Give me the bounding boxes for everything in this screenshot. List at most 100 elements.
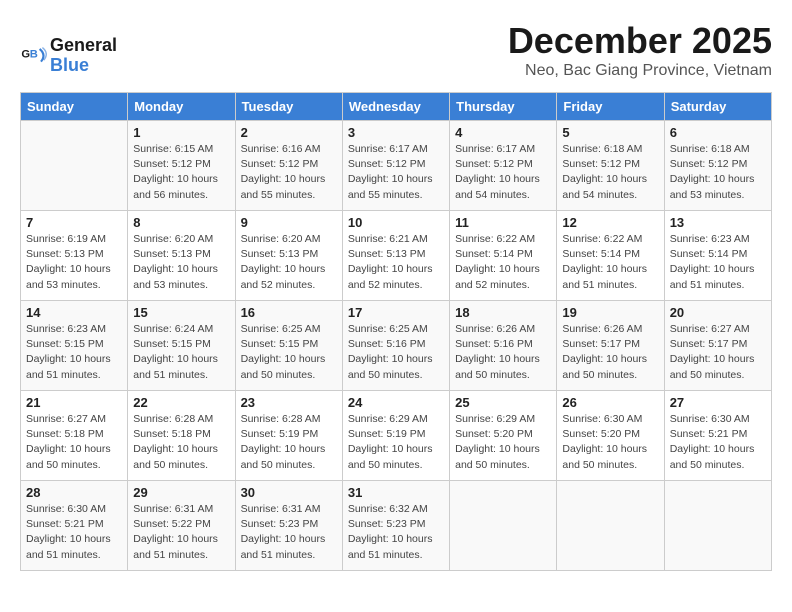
day-info: Sunrise: 6:28 AM Sunset: 5:18 PM Dayligh… <box>133 412 229 473</box>
day-info: Sunrise: 6:23 AM Sunset: 5:15 PM Dayligh… <box>26 322 122 383</box>
day-number: 7 <box>26 215 122 230</box>
day-info: Sunrise: 6:26 AM Sunset: 5:17 PM Dayligh… <box>562 322 658 383</box>
day-number: 9 <box>241 215 337 230</box>
day-number: 25 <box>455 395 551 410</box>
calendar-cell: 24 Sunrise: 6:29 AM Sunset: 5:19 PM Dayli… <box>342 391 449 481</box>
calendar-cell: 2Sunrise: 6:16 AM Sunset: 5:12 PM Daylig… <box>235 121 342 211</box>
week-row-5: 28 Sunrise: 6:30 AM Sunset: 5:21 PM Dayli… <box>21 481 772 571</box>
calendar-cell <box>21 121 128 211</box>
logo-line1: General <box>50 36 117 56</box>
column-header-sunday: Sunday <box>21 93 128 121</box>
day-info: Sunrise: 6:32 AM Sunset: 5:23 PM Dayligh… <box>348 502 444 563</box>
calendar-cell: 3Sunrise: 6:17 AM Sunset: 5:12 PM Daylig… <box>342 121 449 211</box>
day-info: Sunrise: 6:29 AM Sunset: 5:19 PM Dayligh… <box>348 412 444 473</box>
week-row-3: 14 Sunrise: 6:23 AM Sunset: 5:15 PM Dayli… <box>21 301 772 391</box>
day-number: 12 <box>562 215 658 230</box>
day-number: 19 <box>562 305 658 320</box>
day-number: 26 <box>562 395 658 410</box>
day-number: 21 <box>26 395 122 410</box>
day-number: 6 <box>670 125 766 140</box>
day-info: Sunrise: 6:25 AM Sunset: 5:15 PM Dayligh… <box>241 322 337 383</box>
logo-line2: Blue <box>50 56 117 76</box>
day-number: 14 <box>26 305 122 320</box>
week-row-2: 7 Sunrise: 6:19 AM Sunset: 5:13 PM Daylig… <box>21 211 772 301</box>
calendar-cell: 17 Sunrise: 6:25 AM Sunset: 5:16 PM Dayli… <box>342 301 449 391</box>
day-info: Sunrise: 6:22 AM Sunset: 5:14 PM Dayligh… <box>455 232 551 293</box>
calendar-cell: 5Sunrise: 6:18 AM Sunset: 5:12 PM Daylig… <box>557 121 664 211</box>
svg-text:G: G <box>21 49 30 61</box>
day-info: Sunrise: 6:30 AM Sunset: 5:21 PM Dayligh… <box>26 502 122 563</box>
calendar-cell: 23 Sunrise: 6:28 AM Sunset: 5:19 PM Dayli… <box>235 391 342 481</box>
calendar-cell: 22 Sunrise: 6:28 AM Sunset: 5:18 PM Dayli… <box>128 391 235 481</box>
day-number: 10 <box>348 215 444 230</box>
calendar-title: December 2025 Neo, Bac Giang Province, V… <box>508 20 772 80</box>
day-info: Sunrise: 6:20 AM Sunset: 5:13 PM Dayligh… <box>241 232 337 293</box>
day-number: 4 <box>455 125 551 140</box>
calendar-cell: 10Sunrise: 6:21 AM Sunset: 5:13 PM Dayli… <box>342 211 449 301</box>
calendar-cell: 11 Sunrise: 6:22 AM Sunset: 5:14 PM Dayli… <box>450 211 557 301</box>
calendar-cell: 31 Sunrise: 6:32 AM Sunset: 5:23 PM Dayli… <box>342 481 449 571</box>
calendar-table: SundayMondayTuesdayWednesdayThursdayFrid… <box>20 92 772 571</box>
column-header-friday: Friday <box>557 93 664 121</box>
day-number: 28 <box>26 485 122 500</box>
day-info: Sunrise: 6:29 AM Sunset: 5:20 PM Dayligh… <box>455 412 551 473</box>
calendar-cell: 21 Sunrise: 6:27 AM Sunset: 5:18 PM Dayli… <box>21 391 128 481</box>
calendar-cell: 4Sunrise: 6:17 AM Sunset: 5:12 PM Daylig… <box>450 121 557 211</box>
calendar-cell: 26 Sunrise: 6:30 AM Sunset: 5:20 PM Dayli… <box>557 391 664 481</box>
calendar-cell: 18 Sunrise: 6:26 AM Sunset: 5:16 PM Dayli… <box>450 301 557 391</box>
day-number: 17 <box>348 305 444 320</box>
calendar-cell: 9 Sunrise: 6:20 AM Sunset: 5:13 PM Daylig… <box>235 211 342 301</box>
day-info: Sunrise: 6:22 AM Sunset: 5:14 PM Dayligh… <box>562 232 658 293</box>
day-info: Sunrise: 6:20 AM Sunset: 5:13 PM Dayligh… <box>133 232 229 293</box>
calendar-cell: 1 Sunrise: 6:15 AM Sunset: 5:12 PM Daylig… <box>128 121 235 211</box>
calendar-cell: 28 Sunrise: 6:30 AM Sunset: 5:21 PM Dayli… <box>21 481 128 571</box>
day-number: 24 <box>348 395 444 410</box>
day-number: 31 <box>348 485 444 500</box>
day-info: Sunrise: 6:30 AM Sunset: 5:20 PM Dayligh… <box>562 412 658 473</box>
column-header-monday: Monday <box>128 93 235 121</box>
logo: G B General Blue <box>20 36 117 76</box>
day-info: Sunrise: 6:26 AM Sunset: 5:16 PM Dayligh… <box>455 322 551 383</box>
calendar-cell: 30Sunrise: 6:31 AM Sunset: 5:23 PM Dayli… <box>235 481 342 571</box>
day-number: 11 <box>455 215 551 230</box>
day-info: Sunrise: 6:19 AM Sunset: 5:13 PM Dayligh… <box>26 232 122 293</box>
day-number: 22 <box>133 395 229 410</box>
calendar-cell: 13 Sunrise: 6:23 AM Sunset: 5:14 PM Dayli… <box>664 211 771 301</box>
calendar-cell: 14 Sunrise: 6:23 AM Sunset: 5:15 PM Dayli… <box>21 301 128 391</box>
calendar-cell: 15 Sunrise: 6:24 AM Sunset: 5:15 PM Dayli… <box>128 301 235 391</box>
day-number: 16 <box>241 305 337 320</box>
week-row-4: 21 Sunrise: 6:27 AM Sunset: 5:18 PM Dayli… <box>21 391 772 481</box>
header-row: SundayMondayTuesdayWednesdayThursdayFrid… <box>21 93 772 121</box>
calendar-cell: 27 Sunrise: 6:30 AM Sunset: 5:21 PM Dayli… <box>664 391 771 481</box>
day-info: Sunrise: 6:25 AM Sunset: 5:16 PM Dayligh… <box>348 322 444 383</box>
day-number: 1 <box>133 125 229 140</box>
calendar-cell: 7 Sunrise: 6:19 AM Sunset: 5:13 PM Daylig… <box>21 211 128 301</box>
column-header-thursday: Thursday <box>450 93 557 121</box>
month-year: December 2025 <box>508 20 772 62</box>
day-number: 15 <box>133 305 229 320</box>
day-info: Sunrise: 6:28 AM Sunset: 5:19 PM Dayligh… <box>241 412 337 473</box>
calendar-cell <box>557 481 664 571</box>
calendar-cell: 25 Sunrise: 6:29 AM Sunset: 5:20 PM Dayli… <box>450 391 557 481</box>
day-info: Sunrise: 6:31 AM Sunset: 5:23 PM Dayligh… <box>241 502 337 563</box>
day-info: Sunrise: 6:18 AM Sunset: 5:12 PM Dayligh… <box>670 142 766 203</box>
day-info: Sunrise: 6:16 AM Sunset: 5:12 PM Dayligh… <box>241 142 337 203</box>
calendar-cell <box>450 481 557 571</box>
day-number: 29 <box>133 485 229 500</box>
day-info: Sunrise: 6:27 AM Sunset: 5:18 PM Dayligh… <box>26 412 122 473</box>
calendar-cell: 19 Sunrise: 6:26 AM Sunset: 5:17 PM Dayli… <box>557 301 664 391</box>
location: Neo, Bac Giang Province, Vietnam <box>508 62 772 80</box>
day-number: 13 <box>670 215 766 230</box>
day-number: 18 <box>455 305 551 320</box>
day-info: Sunrise: 6:30 AM Sunset: 5:21 PM Dayligh… <box>670 412 766 473</box>
day-number: 3 <box>348 125 444 140</box>
day-info: Sunrise: 6:15 AM Sunset: 5:12 PM Dayligh… <box>133 142 229 203</box>
calendar-cell: 20Sunrise: 6:27 AM Sunset: 5:17 PM Dayli… <box>664 301 771 391</box>
day-number: 5 <box>562 125 658 140</box>
week-row-1: 1 Sunrise: 6:15 AM Sunset: 5:12 PM Daylig… <box>21 121 772 211</box>
column-header-wednesday: Wednesday <box>342 93 449 121</box>
day-info: Sunrise: 6:23 AM Sunset: 5:14 PM Dayligh… <box>670 232 766 293</box>
day-number: 23 <box>241 395 337 410</box>
day-number: 27 <box>670 395 766 410</box>
day-info: Sunrise: 6:24 AM Sunset: 5:15 PM Dayligh… <box>133 322 229 383</box>
